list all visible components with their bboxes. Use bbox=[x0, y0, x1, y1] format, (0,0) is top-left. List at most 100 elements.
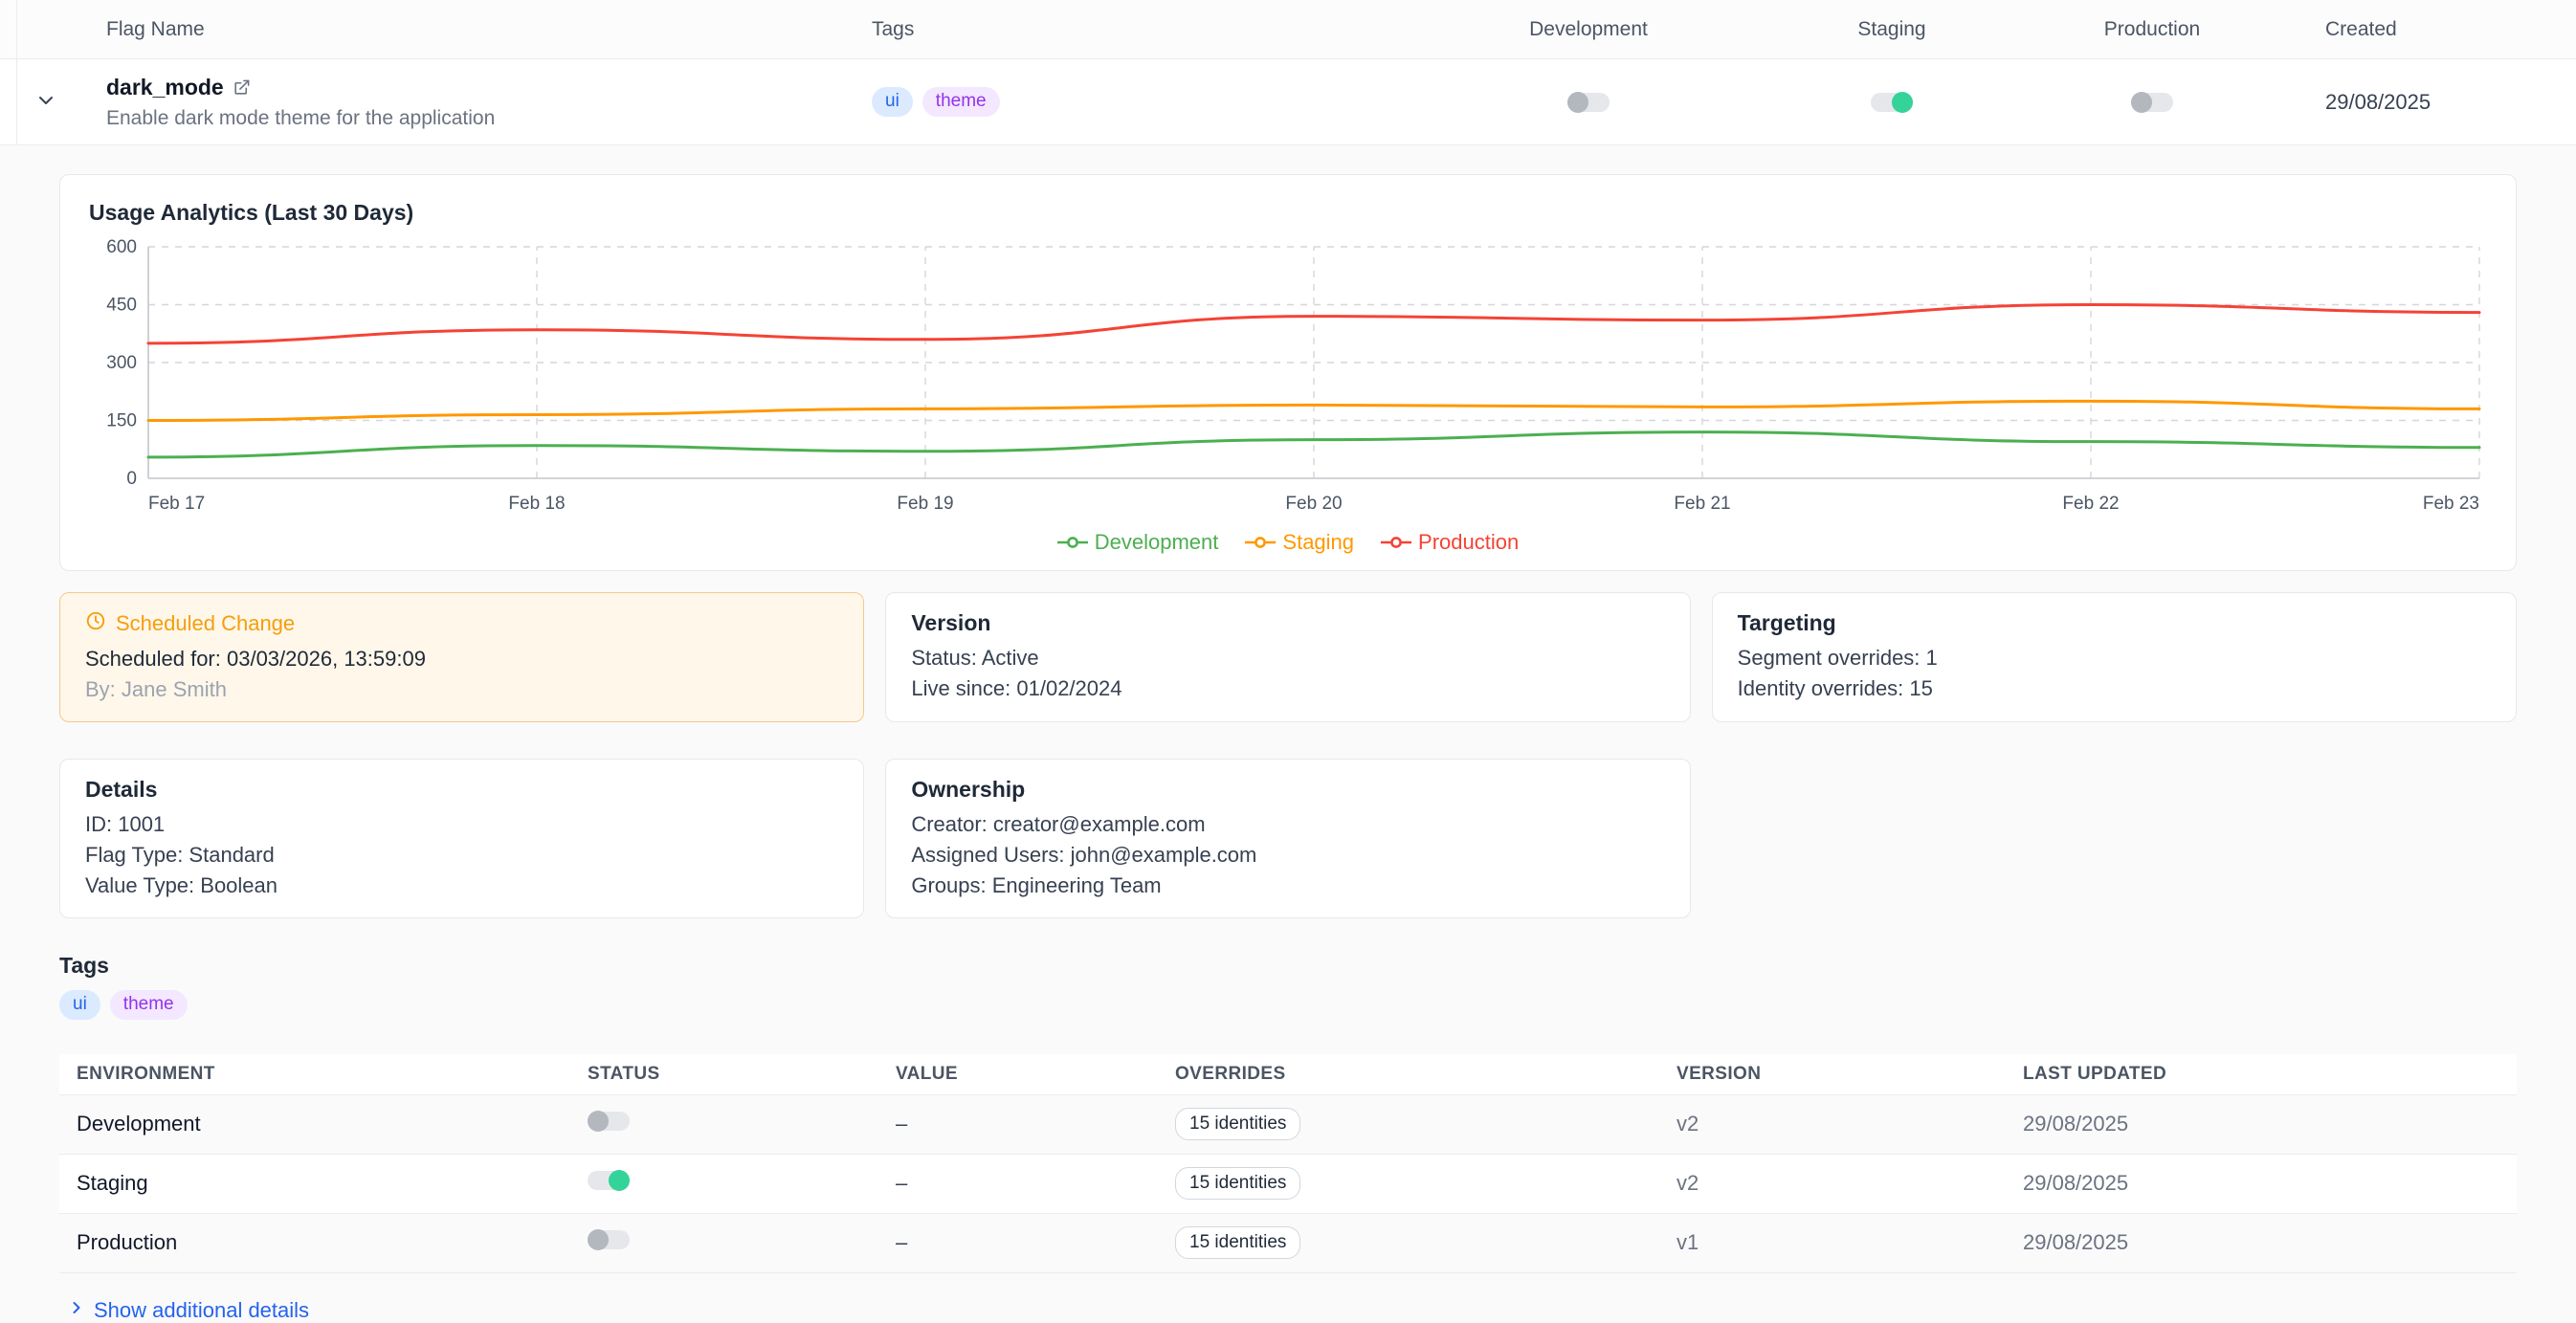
svg-text:600: 600 bbox=[106, 237, 137, 257]
ownership-groups: Groups: Engineering Team bbox=[911, 873, 1664, 898]
env-row-staging: Staging – 15 identities v2 29/08/2025 bbox=[59, 1155, 2517, 1214]
column-header-staging: Staging bbox=[1742, 18, 2042, 41]
env-toggle-development[interactable] bbox=[588, 1112, 630, 1131]
toggle-knob bbox=[609, 1170, 630, 1191]
tag-pill-theme[interactable]: theme bbox=[922, 87, 1000, 117]
scheduled-change-card: Scheduled Change Scheduled for: 03/03/20… bbox=[59, 592, 864, 722]
version-live-since: Live since: 01/02/2024 bbox=[911, 676, 1664, 701]
tags-section: Tags ui theme bbox=[59, 953, 2517, 1020]
segment-overrides: Segment overrides: 1 bbox=[1738, 646, 2491, 671]
tag-pill-ui[interactable]: ui bbox=[872, 87, 913, 117]
scheduled-change-title: Scheduled Change bbox=[116, 611, 295, 636]
env-toggle-production[interactable] bbox=[588, 1230, 630, 1249]
svg-text:0: 0 bbox=[126, 469, 137, 489]
svg-text:Feb 18: Feb 18 bbox=[508, 494, 565, 514]
scheduled-for-text: Scheduled for: 03/03/2026, 13:59:09 bbox=[85, 647, 838, 672]
column-header-flag-name: Flag Name bbox=[91, 18, 872, 41]
svg-text:300: 300 bbox=[106, 353, 137, 373]
overrides-badge[interactable]: 15 identities bbox=[1175, 1167, 1300, 1200]
legend-item-development: Development bbox=[1057, 530, 1219, 555]
env-last-updated: 29/08/2025 bbox=[2006, 1112, 2517, 1136]
development-toggle[interactable] bbox=[1567, 93, 1610, 112]
staging-toggle[interactable] bbox=[1871, 93, 1913, 112]
version-card: Version Status: Active Live since: 01/02… bbox=[885, 592, 1690, 722]
chart-legend: Development Staging Production bbox=[89, 530, 2487, 555]
clock-icon bbox=[85, 610, 106, 637]
staging-toggle-cell bbox=[1742, 93, 2042, 112]
tag-pill-theme[interactable]: theme bbox=[110, 990, 188, 1020]
column-header-development: Development bbox=[1435, 18, 1742, 41]
env-value: – bbox=[878, 1171, 1158, 1196]
env-name: Staging bbox=[59, 1171, 570, 1196]
env-value: – bbox=[878, 1230, 1158, 1255]
svg-text:450: 450 bbox=[106, 296, 137, 316]
legend-marker-icon bbox=[1057, 536, 1088, 549]
legend-item-staging: Staging bbox=[1245, 530, 1354, 555]
flag-name-block: dark_mode Enable dark mode theme for the… bbox=[91, 75, 872, 130]
targeting-card: Targeting Segment overrides: 1 Identity … bbox=[1712, 592, 2517, 722]
overrides-badge[interactable]: 15 identities bbox=[1175, 1108, 1300, 1140]
production-toggle-cell bbox=[2042, 93, 2262, 112]
legend-marker-icon bbox=[1245, 536, 1276, 549]
env-last-updated: 29/08/2025 bbox=[2006, 1171, 2517, 1196]
env-name: Production bbox=[59, 1230, 570, 1255]
env-column-version: VERSION bbox=[1659, 1064, 2006, 1085]
expand-collapse-button[interactable] bbox=[0, 89, 91, 115]
env-column-overrides: OVERRIDES bbox=[1158, 1064, 1659, 1085]
environments-table-header: ENVIRONMENT STATUS VALUE OVERRIDES VERSI… bbox=[59, 1054, 2517, 1095]
flag-description: Enable dark mode theme for the applicati… bbox=[106, 107, 872, 130]
column-header-created: Created bbox=[2262, 18, 2576, 41]
chevron-right-icon bbox=[67, 1298, 86, 1323]
svg-text:Feb 21: Feb 21 bbox=[1674, 494, 1730, 514]
env-column-environment: ENVIRONMENT bbox=[59, 1064, 570, 1085]
grid-empty-cell bbox=[1712, 759, 2517, 918]
toggle-knob bbox=[2131, 92, 2152, 113]
env-version: v2 bbox=[1659, 1171, 2006, 1196]
env-name: Development bbox=[59, 1112, 570, 1136]
tag-pill-ui[interactable]: ui bbox=[59, 990, 100, 1020]
external-link-icon[interactable] bbox=[233, 78, 251, 97]
identity-overrides: Identity overrides: 15 bbox=[1738, 676, 2491, 701]
version-card-title: Version bbox=[911, 610, 1664, 636]
environments-table: ENVIRONMENT STATUS VALUE OVERRIDES VERSI… bbox=[59, 1054, 2517, 1273]
flag-created-date: 29/08/2025 bbox=[2262, 90, 2576, 115]
env-row-production: Production – 15 identities v1 29/08/2025 bbox=[59, 1214, 2517, 1273]
flag-table: Flag Name Tags Development Staging Produ… bbox=[0, 0, 2576, 145]
flag-type: Flag Type: Standard bbox=[85, 843, 838, 868]
env-column-last-updated: LAST UPDATED bbox=[2006, 1064, 2517, 1085]
usage-analytics-card: Usage Analytics (Last 30 Days) 015030045… bbox=[59, 174, 2517, 571]
column-header-production: Production bbox=[2042, 18, 2262, 41]
env-version: v1 bbox=[1659, 1230, 2006, 1255]
details-card: Details ID: 1001 Flag Type: Standard Val… bbox=[59, 759, 864, 918]
flag-table-header: Flag Name Tags Development Staging Produ… bbox=[0, 0, 2576, 59]
targeting-card-title: Targeting bbox=[1738, 610, 2491, 636]
show-additional-details-label: Show additional details bbox=[94, 1298, 309, 1323]
usage-line-chart: 0150300450600Feb 17Feb 18Feb 19Feb 20Feb… bbox=[89, 237, 2487, 524]
overrides-badge[interactable]: 15 identities bbox=[1175, 1226, 1300, 1259]
production-toggle[interactable] bbox=[2131, 93, 2173, 112]
legend-item-production: Production bbox=[1381, 530, 1519, 555]
toggle-knob bbox=[588, 1229, 609, 1250]
env-column-value: VALUE bbox=[878, 1064, 1158, 1085]
show-additional-details-link[interactable]: Show additional details bbox=[67, 1298, 309, 1323]
env-toggle-staging[interactable] bbox=[588, 1171, 630, 1190]
legend-marker-icon bbox=[1381, 536, 1411, 549]
toggle-knob bbox=[588, 1111, 609, 1132]
tags-section-title: Tags bbox=[59, 953, 2517, 979]
svg-text:Feb 22: Feb 22 bbox=[2062, 494, 2119, 514]
toggle-knob bbox=[1892, 92, 1913, 113]
flag-name: dark_mode bbox=[106, 75, 224, 100]
ownership-card-title: Ownership bbox=[911, 777, 1664, 803]
flag-id: ID: 1001 bbox=[85, 812, 838, 837]
svg-text:Feb 20: Feb 20 bbox=[1285, 494, 1342, 514]
toggle-knob bbox=[1567, 92, 1588, 113]
chart-title: Usage Analytics (Last 30 Days) bbox=[89, 200, 2487, 226]
version-status: Status: Active bbox=[911, 646, 1664, 671]
env-version: v2 bbox=[1659, 1112, 2006, 1136]
flag-row-tags: ui theme bbox=[872, 87, 1435, 117]
svg-text:Feb 23: Feb 23 bbox=[2423, 494, 2479, 514]
development-toggle-cell bbox=[1435, 93, 1742, 112]
svg-text:Feb 19: Feb 19 bbox=[897, 494, 953, 514]
ownership-creator: Creator: creator@example.com bbox=[911, 812, 1664, 837]
env-column-status: STATUS bbox=[570, 1064, 878, 1085]
